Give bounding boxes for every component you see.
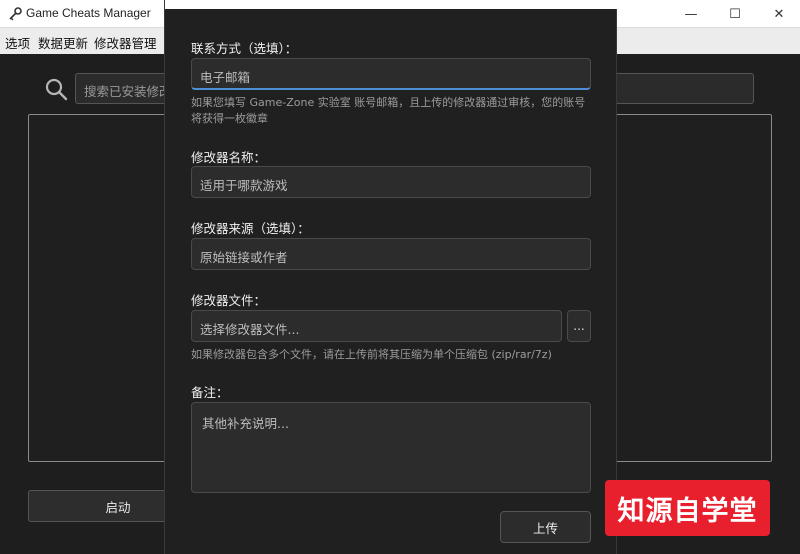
notes-placeholder: 其他补充说明...	[202, 416, 289, 431]
menu-trainer-management[interactable]: 修改器管理	[94, 33, 157, 52]
minimize-button[interactable]: —	[669, 0, 713, 28]
notes-label: 备注：	[191, 385, 229, 400]
source-placeholder: 原始链接或作者	[200, 250, 288, 265]
trainer-name-placeholder: 适用于哪款游戏	[200, 178, 288, 193]
upload-dialog: 联系方式（选填）： 电子邮箱 如果您填写 Game-Zone 实验室 账号邮箱，…	[164, 0, 618, 554]
upload-button[interactable]: 上传	[500, 511, 591, 543]
browse-button[interactable]: ...	[567, 310, 591, 342]
email-placeholder: 电子邮箱	[200, 70, 251, 85]
file-hint: 如果修改器包含多个文件，请在上传前将其压缩为单个压缩包 (zip/rar/7z)	[191, 348, 552, 361]
notes-textarea[interactable]: 其他补充说明...	[191, 402, 591, 493]
maximize-button[interactable]: ☐	[713, 0, 757, 28]
contact-label: 联系方式（选填）：	[191, 41, 298, 56]
dialog-titlebar	[165, 0, 618, 9]
file-label: 修改器文件：	[191, 293, 267, 308]
file-path-placeholder: 选择修改器文件...	[200, 322, 300, 337]
menu-data-update[interactable]: 数据更新	[38, 33, 88, 52]
watermark-badge: 知源自学堂	[605, 480, 770, 536]
contact-hint: 如果您填写 Game-Zone 实验室 账号邮箱，且上传的修改器通过审核，您的账…	[191, 96, 586, 125]
email-field[interactable]: 电子邮箱	[191, 58, 591, 90]
file-path-field[interactable]: 选择修改器文件...	[191, 310, 562, 342]
menu-options[interactable]: 选项	[5, 33, 30, 52]
trainer-name-field[interactable]: 适用于哪款游戏	[191, 166, 591, 198]
source-label: 修改器来源（选填）：	[191, 221, 310, 236]
trainer-name-label: 修改器名称：	[191, 150, 267, 165]
window-title: Game Cheats Manager	[26, 6, 151, 20]
app-key-icon	[9, 7, 22, 21]
search-icon	[45, 78, 68, 101]
close-button[interactable]: ✕	[757, 0, 800, 28]
source-field[interactable]: 原始链接或作者	[191, 238, 591, 270]
